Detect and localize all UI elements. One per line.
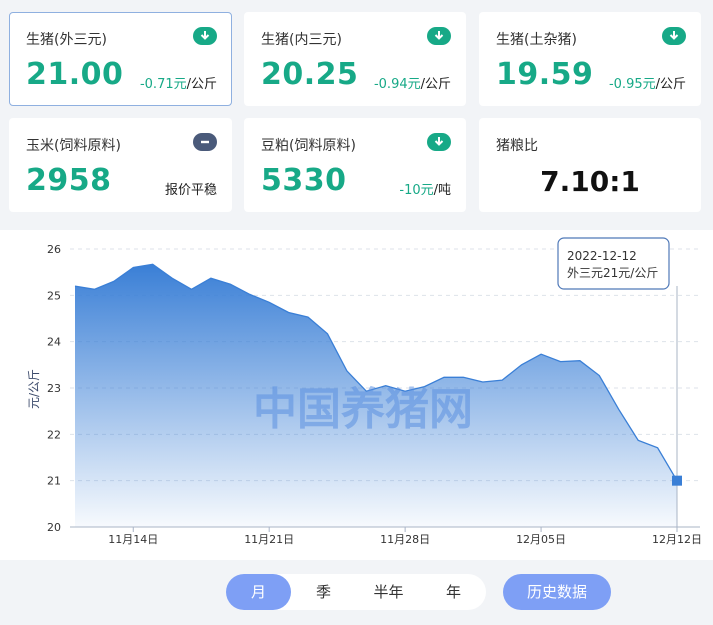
data-point[interactable]	[536, 349, 546, 359]
price-chart: 20 21 22 23 24 25 26 11月14日 11月21日 11月28日 12月05日 12…	[0, 230, 713, 560]
data-point[interactable]	[187, 284, 197, 294]
data-point[interactable]	[478, 377, 488, 387]
data-point[interactable]	[206, 273, 216, 283]
period-quarter[interactable]: 季	[291, 574, 356, 610]
data-point[interactable]	[264, 297, 274, 307]
data-point[interactable]	[517, 360, 527, 370]
data-point[interactable]	[458, 372, 468, 382]
x-tick-label: 11月14日	[108, 533, 158, 546]
card-name: 豆粕(饲料原料)	[261, 138, 356, 154]
y-tick-label: 22	[47, 428, 61, 441]
minus-icon	[193, 133, 217, 151]
data-point[interactable]	[420, 382, 430, 392]
data-point[interactable]	[400, 386, 410, 396]
card-name: 生猪(外三元)	[26, 32, 107, 48]
data-point[interactable]	[245, 289, 255, 299]
arrow-down-icon	[193, 27, 217, 45]
card-change: -0.94元/公斤	[373, 77, 451, 92]
card-pig-tuzazhu[interactable]: 生猪(土杂猪) 19.59 -0.95元/公斤	[479, 12, 701, 106]
tooltip: 2022-12-12 外三元21元/公斤	[557, 237, 670, 290]
data-point[interactable]	[381, 381, 391, 391]
period-month[interactable]: 月	[226, 574, 291, 610]
data-point[interactable]	[555, 357, 565, 367]
card-change: -10元/吨	[399, 183, 451, 198]
y-tick-label: 24	[47, 336, 61, 349]
history-data-button[interactable]: 历史数据	[503, 574, 611, 610]
y-tick-label: 25	[47, 289, 61, 302]
data-point[interactable]	[322, 329, 332, 339]
data-point[interactable]	[284, 307, 294, 317]
period-half-year[interactable]: 半年	[356, 574, 421, 610]
card-name: 生猪(内三元)	[261, 32, 342, 48]
data-point[interactable]	[653, 443, 663, 453]
x-tick-label: 11月21日	[244, 533, 294, 546]
card-value: 19.59	[496, 57, 594, 92]
card-value: 2958	[26, 163, 112, 198]
x-tick-label: 12月12日	[652, 533, 702, 546]
period-selector: 月 季 半年 年	[226, 574, 486, 610]
card-pig-waisanyuan[interactable]: 生猪(外三元) 21.00 -0.71元/公斤	[9, 12, 232, 106]
tooltip-date: 2022-12-12	[567, 249, 637, 263]
data-point[interactable]	[633, 435, 643, 445]
card-corn[interactable]: 玉米(饲料原料) 2958 报价平稳	[9, 118, 232, 212]
card-value: 21.00	[26, 57, 124, 92]
highlighted-data-point[interactable]	[672, 475, 682, 486]
data-point[interactable]	[614, 404, 624, 414]
card-value: 5330	[261, 163, 347, 198]
period-year[interactable]: 年	[421, 574, 486, 610]
card-value: 20.25	[261, 57, 359, 92]
x-tick-label: 12月05日	[516, 533, 566, 546]
arrow-down-icon	[662, 27, 686, 45]
data-point[interactable]	[439, 372, 449, 382]
y-axis-label: 元/公斤	[27, 369, 41, 409]
data-point[interactable]	[128, 263, 138, 273]
card-name: 生猪(土杂猪)	[496, 32, 577, 48]
card-name: 玉米(饲料原料)	[26, 138, 121, 154]
card-change: -0.95元/公斤	[608, 77, 686, 92]
x-tick-label: 11月28日	[380, 533, 430, 546]
data-point[interactable]	[148, 259, 158, 269]
card-pig-neisanyuan[interactable]: 生猪(内三元) 20.25 -0.94元/公斤	[244, 12, 466, 106]
data-point[interactable]	[342, 366, 352, 376]
y-tick-label: 23	[47, 382, 61, 395]
data-point[interactable]	[89, 284, 99, 294]
card-change: -0.71元/公斤	[139, 77, 217, 92]
arrow-down-icon	[427, 133, 451, 151]
data-point[interactable]	[575, 356, 585, 366]
y-tick-label: 21	[47, 475, 61, 488]
data-point[interactable]	[361, 386, 371, 396]
price-chart-svg: 20 21 22 23 24 25 26 11月14日 11月21日 11月28日 12月05日 12…	[27, 237, 702, 546]
data-point[interactable]	[303, 312, 313, 322]
card-status: 报价平稳	[164, 183, 217, 198]
data-point[interactable]	[225, 279, 235, 289]
card-soybean-meal[interactable]: 豆粕(饲料原料) 5330 -10元/吨	[244, 118, 466, 212]
y-tick-label: 26	[47, 243, 61, 256]
arrow-down-icon	[427, 27, 451, 45]
data-point[interactable]	[70, 281, 80, 291]
data-point[interactable]	[109, 276, 119, 286]
card-value: 7.10:1	[540, 165, 640, 198]
card-pig-grain-ratio[interactable]: 猪粮比 7.10:1	[479, 118, 701, 212]
tooltip-text: 外三元21元/公斤	[567, 266, 658, 280]
data-point[interactable]	[594, 370, 604, 380]
data-point[interactable]	[167, 273, 177, 283]
data-point[interactable]	[497, 375, 507, 385]
y-tick-label: 20	[47, 521, 61, 534]
card-name: 猪粮比	[496, 138, 538, 154]
